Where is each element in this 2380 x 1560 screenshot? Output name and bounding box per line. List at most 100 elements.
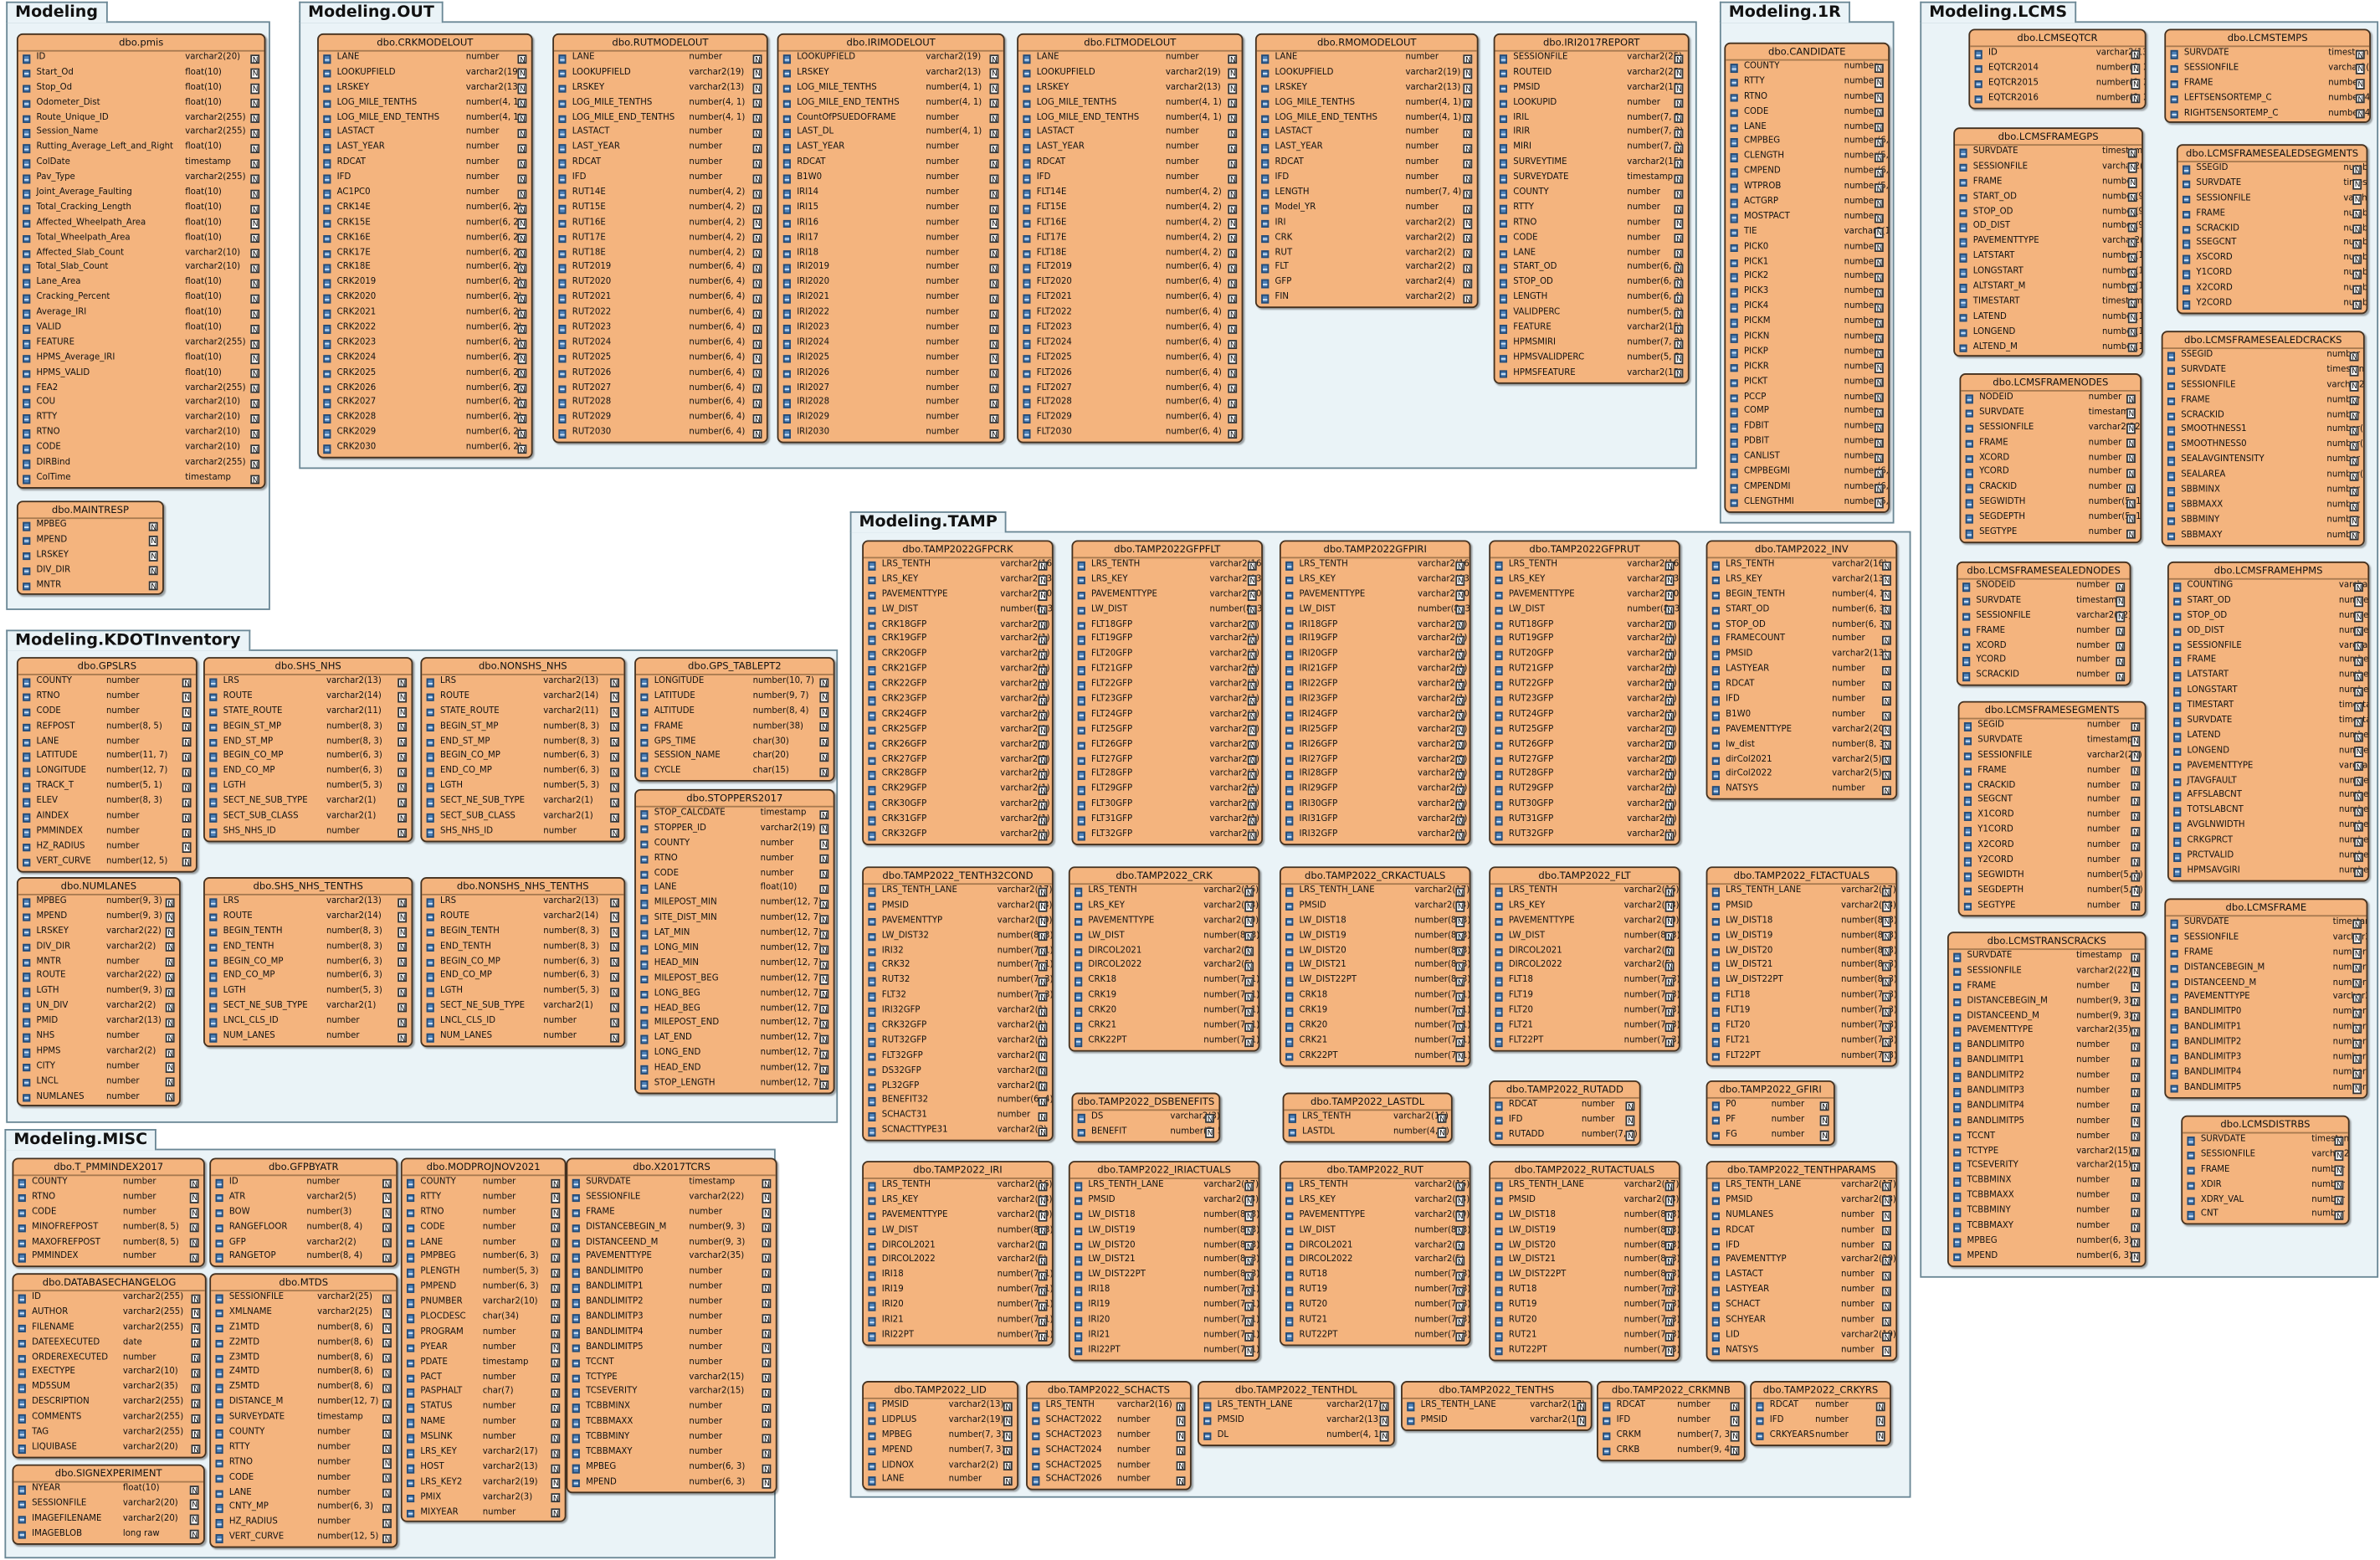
nullable-checkbox[interactable]: N: [1464, 294, 1473, 305]
nullable-checkbox[interactable]: N: [551, 1463, 561, 1475]
nullable-checkbox[interactable]: N: [1665, 1037, 1675, 1048]
nullable-checkbox[interactable]: N: [2126, 529, 2136, 540]
column-row[interactable]: RUT18GFP varchar2(1) N: [1490, 618, 1679, 634]
column-row[interactable]: LAST_YEAR number N: [1257, 141, 1477, 157]
nullable-checkbox[interactable]: N: [610, 927, 619, 938]
nullable-checkbox[interactable]: N: [1244, 886, 1254, 898]
nullable-checkbox[interactable]: N: [1244, 1301, 1254, 1312]
table-dbo-irimodelout[interactable]: dbo.IRIMODELOUT LOOKUPFIELD varchar2(19) N L…: [777, 33, 1005, 444]
column-row[interactable]: MSLINK number N: [403, 1431, 565, 1446]
nullable-checkbox[interactable]: N: [2131, 797, 2141, 808]
column-row[interactable]: FLT2025 number(6, 4) N: [1018, 352, 1242, 367]
column-row[interactable]: END_CO_MP number(6, 3) N: [205, 970, 412, 985]
nullable-checkbox[interactable]: N: [1875, 498, 1884, 509]
nullable-checkbox[interactable]: N: [762, 1433, 772, 1445]
nullable-checkbox[interactable]: N: [190, 1208, 199, 1219]
column-row[interactable]: RTNO number N: [18, 690, 196, 706]
nullable-checkbox[interactable]: N: [1875, 243, 1884, 254]
column-row[interactable]: dirCol2022 varchar2(5) N: [1707, 768, 1895, 783]
column-row[interactable]: SESSIONFILEvarchar2(22)N: [2166, 62, 2369, 77]
table-dbo-tamp2022-fltactuals[interactable]: dbo.TAMP2022_FLTACTUALS LRS_TENTH_LANE var…: [1705, 866, 1898, 1067]
column-row[interactable]: FDBIT number N: [1726, 421, 1888, 436]
nullable-checkbox[interactable]: N: [2350, 471, 2359, 482]
column-row[interactable]: TCBBMAXX number N: [567, 1416, 775, 1431]
nullable-checkbox[interactable]: N: [2350, 486, 2359, 497]
column-row[interactable]: HEAD_BEG number(12, 7) N: [636, 1003, 834, 1018]
nullable-checkbox[interactable]: N: [2131, 871, 2141, 882]
nullable-checkbox[interactable]: N: [2128, 328, 2137, 339]
nullable-checkbox[interactable]: N: [2131, 982, 2141, 993]
nullable-checkbox[interactable]: N: [1177, 1476, 1186, 1487]
nullable-checkbox[interactable]: N: [2350, 411, 2359, 422]
nullable-checkbox[interactable]: N: [1882, 947, 1891, 957]
column-row[interactable]: LW_DIST number(8, 3) N: [1070, 930, 1259, 945]
column-row[interactable]: LNCL number N: [18, 1075, 179, 1090]
column-row[interactable]: PICK3 number N: [1726, 286, 1888, 301]
column-row[interactable]: DISTANCEBEGIN_Mnumber(9, 3)N: [2166, 962, 2367, 977]
nullable-checkbox[interactable]: N: [1464, 174, 1473, 185]
nullable-checkbox[interactable]: N: [1665, 605, 1675, 617]
nullable-checkbox[interactable]: N: [1244, 977, 1254, 988]
column-row[interactable]: IFD number N: [1490, 1114, 1639, 1129]
column-row[interactable]: PMMINDEX number N: [18, 825, 196, 840]
nullable-checkbox[interactable]: N: [1039, 620, 1048, 632]
nullable-checkbox[interactable]: N: [2116, 642, 2126, 653]
column-row[interactable]: LRS_KEY varchar2(13) N: [1281, 1194, 1470, 1209]
nullable-checkbox[interactable]: N: [250, 129, 260, 140]
column-row[interactable]: XMLNAME varchar2(25) N: [211, 1306, 396, 1321]
column-row[interactable]: CRK22GFP varchar2(1) N: [864, 679, 1052, 694]
column-row[interactable]: CMPBEGMInumber(6, 3)N: [1726, 466, 1888, 481]
column-row[interactable]: BANDLIMITP0 number N: [567, 1266, 775, 1281]
nullable-checkbox[interactable]: N: [1456, 830, 1465, 842]
column-row[interactable]: BANDLIMITP5 number N: [1949, 1115, 2145, 1130]
column-row[interactable]: Z3MTD number(8, 6) N: [211, 1352, 396, 1367]
nullable-checkbox[interactable]: N: [1882, 605, 1891, 617]
column-row[interactable]: RUT17E number(4, 2) N: [554, 232, 767, 247]
column-row[interactable]: DISTANCEBEGIN_Mnumber(9, 3)N: [1949, 995, 2145, 1010]
nullable-checkbox[interactable]: N: [2352, 269, 2362, 280]
column-row[interactable]: PAVEMENTTYPEvarchar2(20)N: [864, 1209, 1052, 1224]
column-row[interactable]: LANE number N: [1726, 121, 1888, 136]
nullable-checkbox[interactable]: N: [990, 354, 999, 365]
column-row[interactable]: PAVEMENTTYPEvarchar2(20)N: [1955, 236, 2141, 251]
column-row[interactable]: IRI2029 number N: [778, 412, 1003, 427]
nullable-checkbox[interactable]: N: [1244, 1226, 1254, 1237]
column-row[interactable]: SCHACT number N: [1707, 1299, 1895, 1314]
column-row[interactable]: LOOKUPFIELD varchar2(19) N: [319, 67, 531, 82]
column-row[interactable]: LOG_MILE_TENTHS number(4, 1) N: [778, 82, 1003, 97]
nullable-checkbox[interactable]: N: [1456, 635, 1465, 647]
nullable-checkbox[interactable]: N: [1244, 1022, 1254, 1033]
column-row[interactable]: CRK2021 number(6, 2) N: [319, 307, 531, 322]
column-row[interactable]: CRK2029 number(6, 2) N: [319, 427, 531, 442]
nullable-checkbox[interactable]: N: [1882, 1052, 1891, 1063]
nullable-checkbox[interactable]: N: [2354, 762, 2363, 772]
column-row[interactable]: YCORD number N: [1961, 466, 2140, 481]
nullable-checkbox[interactable]: N: [1039, 901, 1048, 913]
nullable-checkbox[interactable]: N: [1665, 1301, 1675, 1312]
nullable-checkbox[interactable]: N: [1626, 1101, 1635, 1111]
column-row[interactable]: FLT20 number(7, 3) N: [1707, 1019, 1895, 1034]
nullable-checkbox[interactable]: N: [518, 324, 527, 335]
nullable-checkbox[interactable]: N: [2352, 300, 2362, 310]
column-row[interactable]: DISTANCEBEGIN_Mnumber(9, 3)N: [567, 1221, 775, 1236]
nullable-checkbox[interactable]: N: [551, 1178, 561, 1189]
nullable-checkbox[interactable]: N: [753, 294, 762, 305]
nullable-checkbox[interactable]: N: [2354, 716, 2363, 728]
column-row[interactable]: MPBEGnumber(9, 3)N: [18, 519, 162, 534]
nullable-checkbox[interactable]: N: [1205, 1113, 1214, 1124]
nullable-checkbox[interactable]: N: [1464, 54, 1473, 64]
column-row[interactable]: LOOKUPFIELD varchar2(19) N: [1018, 67, 1242, 82]
nullable-checkbox[interactable]: N: [1039, 1226, 1048, 1237]
nullable-checkbox[interactable]: N: [1228, 174, 1238, 185]
column-row[interactable]: FLT19GFP varchar2(1) N: [1073, 634, 1261, 649]
nullable-checkbox[interactable]: N: [990, 249, 999, 259]
nullable-checkbox[interactable]: N: [1665, 1022, 1675, 1033]
column-row[interactable]: COUNTY number N: [636, 837, 834, 852]
column-row[interactable]: FLT18 number(7, 3) N: [1490, 975, 1679, 990]
column-row[interactable]: DISTANCEEND_Mnumber(9, 3)N: [567, 1236, 775, 1251]
column-row[interactable]: LATSTARTnumber(12, 8)N: [2169, 670, 2367, 685]
column-row[interactable]: BEGIN_TENTH number(8, 3) N: [422, 926, 623, 941]
column-row[interactable]: LAST_DL number(4, 1) N: [778, 126, 1003, 141]
column-row[interactable]: CRK20GFP varchar2(1) N: [864, 649, 1052, 664]
nullable-checkbox[interactable]: N: [1039, 665, 1048, 676]
